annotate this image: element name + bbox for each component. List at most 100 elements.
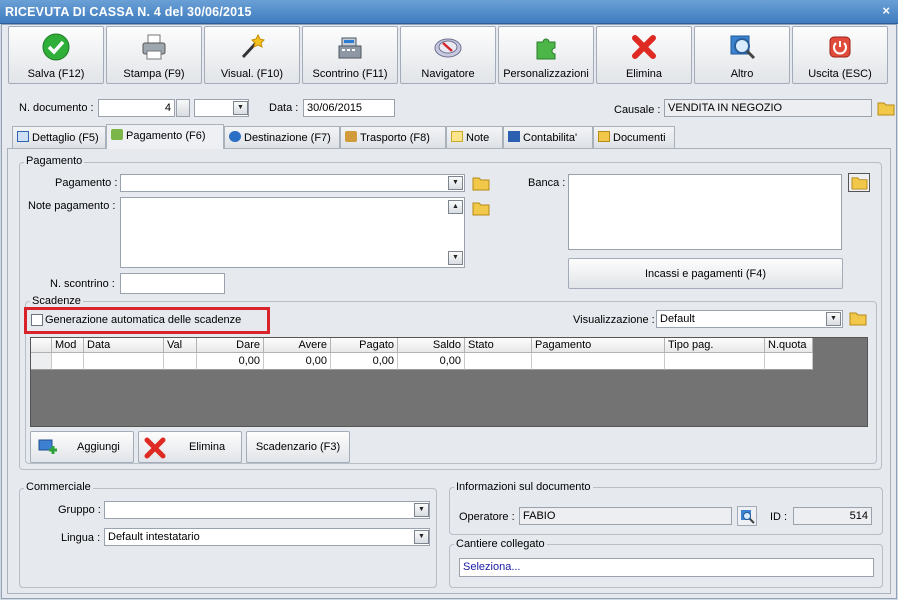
scroll-up-icon[interactable]: ▲: [448, 200, 463, 214]
compass-icon: [434, 38, 462, 58]
banca-folder-button[interactable]: [848, 173, 870, 192]
cell-tipo-pag[interactable]: [665, 353, 765, 370]
tab-label: Pagamento (F6): [126, 130, 206, 142]
globe-icon: [229, 131, 241, 142]
toolbar-label: Uscita (ESC): [808, 68, 872, 80]
tab-note[interactable]: Note: [446, 126, 503, 148]
elimina-scadenza-button[interactable]: Elimina: [138, 431, 242, 463]
tab-label: Note: [466, 132, 490, 144]
tab-label: Dettaglio (F5): [32, 132, 99, 144]
uscita-button[interactable]: Uscita (ESC): [792, 26, 888, 84]
commerciale-group-title: Commerciale: [24, 481, 93, 493]
tab-dettaglio[interactable]: Dettaglio (F5): [12, 126, 106, 148]
operatore-label: Operatore :: [459, 511, 515, 523]
altro-button[interactable]: Altro: [694, 26, 790, 84]
chevron-down-icon[interactable]: ▼: [826, 312, 841, 326]
operatore-field[interactable]: FABIO: [519, 507, 732, 525]
col-header[interactable]: Val: [164, 338, 197, 353]
scontrino-button[interactable]: Scontrino (F11): [302, 26, 398, 84]
cell-pagamento[interactable]: [532, 353, 665, 370]
col-header[interactable]: Tipo pag.: [665, 338, 765, 353]
causale-field[interactable]: VENDITA IN NEGOZIO: [664, 99, 872, 117]
pagamento-select[interactable]: [120, 174, 465, 192]
col-header[interactable]: N.quota: [765, 338, 813, 353]
cantiere-select-link[interactable]: Seleziona...: [459, 558, 874, 577]
power-icon: [829, 36, 851, 58]
aggiungi-label: Aggiungi: [77, 441, 120, 453]
col-header[interactable]: Pagato: [331, 338, 398, 353]
navigatore-button[interactable]: Navigatore: [400, 26, 496, 84]
aggiungi-button[interactable]: Aggiungi: [30, 431, 134, 463]
chevron-down-icon[interactable]: ▼: [414, 530, 429, 544]
info-group-title: Informazioni sul documento: [454, 481, 593, 493]
cell-val[interactable]: [164, 353, 197, 370]
cell-avere[interactable]: 0,00: [264, 353, 331, 370]
row-selector[interactable]: [31, 353, 52, 370]
ndoc-input[interactable]: 4: [98, 99, 175, 117]
cell-dare[interactable]: 0,00: [197, 353, 264, 370]
cell-nquota[interactable]: [765, 353, 813, 370]
col-header[interactable]: Avere: [264, 338, 331, 353]
tab-pagamento[interactable]: Pagamento (F6): [106, 124, 224, 149]
operatore-lookup-button[interactable]: [737, 506, 757, 526]
personalizzazioni-button[interactable]: Personalizzazioni: [498, 26, 594, 84]
ndoc-spin-button[interactable]: [176, 99, 190, 117]
cell-saldo[interactable]: 0,00: [398, 353, 465, 370]
col-header[interactable]: Pagamento: [532, 338, 665, 353]
chevron-down-icon[interactable]: ▼: [448, 176, 463, 190]
col-header[interactable]: Mod: [52, 338, 84, 353]
close-icon[interactable]: ×: [882, 3, 890, 18]
cell-stato[interactable]: [465, 353, 532, 370]
pagamento-group-title: Pagamento: [24, 155, 85, 167]
col-header[interactable]: Saldo: [398, 338, 465, 353]
toolbar-label: Altro: [730, 68, 754, 80]
chevron-down-icon[interactable]: ▼: [233, 101, 248, 115]
note-pagamento-textarea[interactable]: ▲ ▼: [120, 197, 465, 268]
scadenzario-button[interactable]: Scadenzario (F3): [246, 431, 350, 463]
cell-pagato[interactable]: 0,00: [331, 353, 398, 370]
stampa-button[interactable]: Stampa (F9): [106, 26, 202, 84]
window-icon: [17, 131, 29, 142]
chevron-down-icon[interactable]: ▼: [414, 503, 429, 517]
add-row-icon: [38, 439, 57, 454]
note-icon: [451, 131, 463, 142]
id-label: ID :: [770, 511, 788, 523]
visualizzazione-select[interactable]: Default: [656, 310, 843, 328]
tab-documenti[interactable]: Documenti: [593, 126, 675, 148]
elimina-button[interactable]: Elimina: [596, 26, 692, 84]
tab-trasporto[interactable]: Trasporto (F8): [340, 126, 446, 148]
scontrino-label: N. scontrino :: [50, 278, 115, 290]
note-pagamento-label: Note pagamento :: [28, 200, 116, 212]
col-header[interactable]: Dare: [197, 338, 264, 353]
gruppo-select[interactable]: [104, 501, 430, 519]
payment-icon: [111, 129, 123, 140]
banca-textarea[interactable]: [568, 174, 842, 250]
col-header[interactable]: Stato: [465, 338, 532, 353]
cell-data[interactable]: [84, 353, 164, 370]
data-label: Data :: [269, 102, 299, 114]
incassi-pagamenti-button[interactable]: Incassi e pagamenti (F4): [568, 258, 843, 289]
folder-icon[interactable]: [877, 100, 895, 116]
visual-button[interactable]: Visual. (F10): [204, 26, 300, 84]
lingua-select[interactable]: Default intestatario: [104, 528, 430, 546]
ndoc-label: N. documento :: [19, 102, 94, 114]
printer-icon: [142, 34, 166, 60]
folder-icon: [851, 177, 868, 190]
cell-mod[interactable]: [52, 353, 84, 370]
scontrino-input[interactable]: [120, 273, 225, 294]
toolbar-label: Personalizzazioni: [503, 68, 589, 80]
tab-contabilita[interactable]: Contabilita': [503, 126, 593, 148]
data-input[interactable]: 30/06/2015: [303, 99, 395, 117]
toolbar-label: Stampa (F9): [123, 68, 185, 80]
folder-icon[interactable]: [849, 310, 867, 326]
elimina-label: Elimina: [189, 441, 226, 453]
scadenze-grid[interactable]: Mod Data Val Dare Avere Pagato Saldo Sta…: [30, 337, 868, 427]
scroll-down-icon[interactable]: ▼: [448, 251, 463, 265]
folder-icon[interactable]: [472, 175, 490, 191]
tab-destinazione[interactable]: Destinazione (F7): [224, 126, 340, 148]
salva-button[interactable]: Salva (F12): [8, 26, 104, 84]
folder-icon[interactable]: [472, 200, 490, 216]
toolbar-label: Elimina: [625, 68, 663, 80]
col-header[interactable]: Data: [84, 338, 164, 353]
auto-scadenze-checkbox[interactable]: [31, 314, 43, 326]
